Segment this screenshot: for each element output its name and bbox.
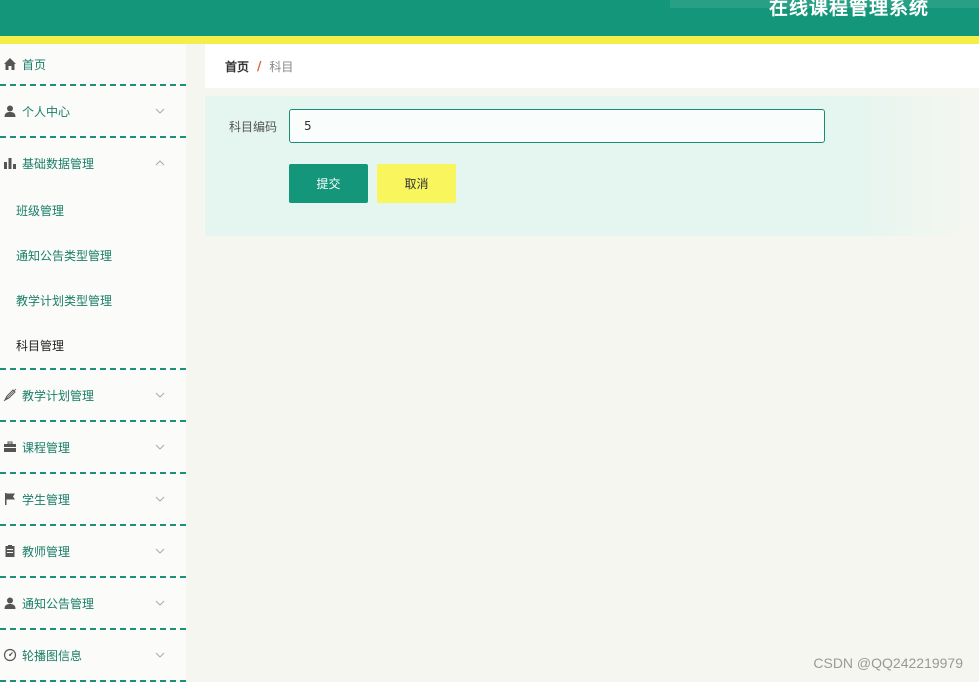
subject-code-input[interactable]: 5 [289, 109, 825, 143]
briefcase-icon [0, 440, 22, 454]
header-accent-strip [0, 36, 979, 44]
sidebar-item-course[interactable]: 课程管理 [0, 422, 186, 474]
sidebar: 首页 个人中心 基础数据管理 班级管理 通知公告类型管理 教学计划类型管理 科目… [0, 44, 186, 682]
clipboard-icon [0, 544, 22, 558]
sidebar-subitem-notice-type[interactable]: 通知公告类型管理 [0, 233, 186, 278]
breadcrumb: 首页 / 科目 [205, 44, 979, 88]
chevron-up-icon [154, 157, 166, 169]
top-header: 在线课程管理系统 [0, 0, 979, 36]
chevron-down-icon [154, 493, 166, 505]
main-content: 首页 / 科目 科目编码 5 提交 取消 [205, 44, 979, 680]
sidebar-item-label: 基础数据管理 [22, 156, 95, 171]
sidebar-item-label: 轮播图信息 [22, 648, 83, 663]
sidebar-item-student[interactable]: 学生管理 [0, 474, 186, 526]
breadcrumb-home[interactable]: 首页 [225, 58, 249, 75]
sidebar-item-label: 教师管理 [22, 544, 71, 559]
sidebar-subitem-class[interactable]: 班级管理 [0, 188, 186, 233]
chevron-down-icon [154, 649, 166, 661]
chevron-down-icon [154, 597, 166, 609]
breadcrumb-current: 科目 [269, 59, 294, 74]
flag-icon [0, 492, 22, 506]
panel-fade [855, 96, 979, 236]
chevron-down-icon [154, 441, 166, 453]
sidebar-item-carousel[interactable]: 轮播图信息 [0, 630, 186, 682]
sidebar-item-notice[interactable]: 通知公告管理 [0, 578, 186, 630]
sidebar-subitem-subject[interactable]: 科目管理 [0, 323, 186, 368]
sidebar-item-label: 教学计划管理 [22, 388, 95, 403]
chevron-down-icon [154, 389, 166, 401]
app-title: 在线课程管理系统 [768, 0, 929, 19]
chevron-down-icon [154, 105, 166, 117]
home-icon [0, 57, 22, 71]
sidebar-item-label: 个人中心 [22, 104, 71, 119]
user-icon [0, 104, 22, 118]
submit-button[interactable]: 提交 [289, 164, 368, 203]
sidebar-item-label: 课程管理 [22, 440, 71, 455]
chevron-down-icon [154, 545, 166, 557]
edit-form: 科目编码 5 提交 取消 [205, 96, 979, 236]
subject-code-label: 科目编码 [229, 120, 278, 134]
cancel-button[interactable]: 取消 [377, 164, 456, 203]
sidebar-item-label: 首页 [22, 57, 47, 72]
subject-code-value: 5 [304, 119, 312, 133]
sidebar-item-teacher[interactable]: 教师管理 [0, 526, 186, 578]
sidebar-item-basic-data[interactable]: 基础数据管理 [0, 138, 186, 188]
gauge-icon [0, 648, 22, 662]
sidebar-item-teaching-plan[interactable]: 教学计划管理 [0, 370, 186, 422]
sidebar-item-label: 通知公告管理 [22, 596, 95, 611]
sidebar-item-home[interactable]: 首页 [0, 44, 186, 86]
bar-chart-icon [0, 156, 22, 170]
breadcrumb-separator: / [257, 59, 262, 73]
pen-icon [0, 388, 22, 402]
user-icon [0, 596, 22, 610]
basic-data-submenu: 班级管理 通知公告类型管理 教学计划类型管理 科目管理 [0, 188, 186, 370]
watermark: CSDN @QQ242219979 [813, 655, 963, 671]
sidebar-item-profile[interactable]: 个人中心 [0, 86, 186, 138]
sidebar-item-label: 学生管理 [22, 492, 71, 507]
sidebar-subitem-plan-type[interactable]: 教学计划类型管理 [0, 278, 186, 323]
